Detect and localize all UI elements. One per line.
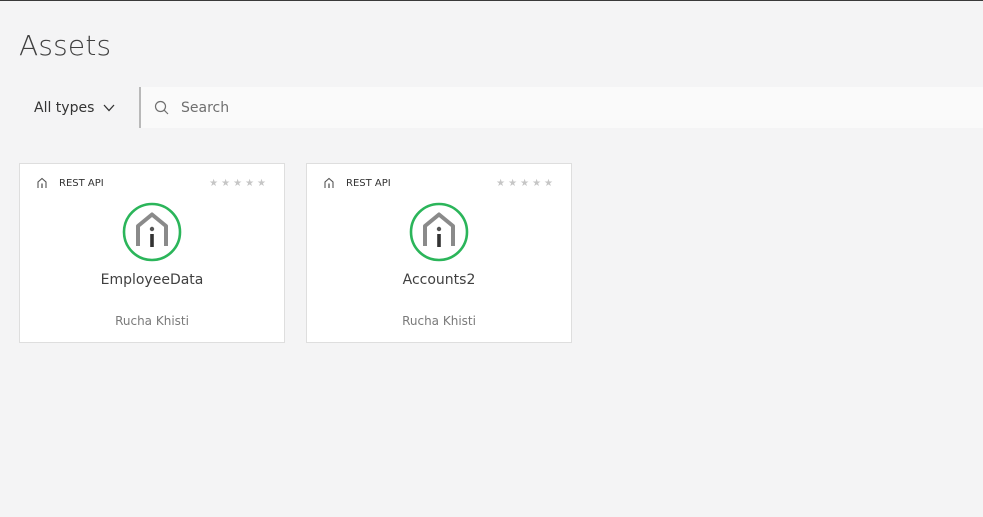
star-icon[interactable]: ★	[209, 178, 218, 190]
chevron-down-icon	[103, 104, 115, 112]
page-title: Assets	[19, 29, 112, 62]
asset-card-list: REST API ★ ★ ★ ★ ★ EmployeeData Rucha Kh…	[19, 163, 593, 343]
search-input[interactable]	[181, 99, 681, 116]
star-icon[interactable]: ★	[233, 178, 242, 190]
asset-name[interactable]: Accounts2	[307, 272, 571, 288]
star-icon[interactable]: ★	[245, 178, 254, 190]
star-icon[interactable]: ★	[544, 178, 553, 190]
star-rating: ★ ★ ★ ★ ★	[206, 178, 266, 190]
star-icon[interactable]: ★	[221, 178, 230, 190]
type-filter-label: All types	[34, 99, 95, 116]
asset-owner: Rucha Khisti	[402, 314, 476, 328]
star-icon[interactable]: ★	[520, 178, 529, 190]
asset-name[interactable]: EmployeeData	[20, 272, 284, 288]
asset-type: REST API	[36, 177, 104, 189]
star-icon[interactable]: ★	[496, 178, 505, 190]
api-logo-icon	[409, 202, 469, 262]
api-house-icon	[323, 177, 335, 189]
search-icon	[143, 100, 181, 116]
api-logo-icon	[122, 202, 182, 262]
type-filter-dropdown[interactable]: All types	[19, 87, 139, 128]
api-house-icon	[36, 177, 48, 189]
asset-owner: Rucha Khisti	[115, 314, 189, 328]
asset-type-label: REST API	[59, 177, 104, 189]
asset-type-label: REST API	[346, 177, 391, 189]
filter-bar: All types	[19, 87, 983, 128]
star-icon[interactable]: ★	[508, 178, 517, 190]
asset-type: REST API	[323, 177, 391, 189]
asset-card[interactable]: REST API ★ ★ ★ ★ ★ EmployeeData Rucha Kh…	[19, 163, 285, 343]
asset-card[interactable]: REST API ★ ★ ★ ★ ★ Accounts2 Rucha Khist…	[306, 163, 572, 343]
star-icon[interactable]: ★	[257, 178, 266, 190]
star-icon[interactable]: ★	[532, 178, 541, 190]
search-box	[139, 87, 983, 128]
star-rating: ★ ★ ★ ★ ★	[493, 178, 553, 190]
